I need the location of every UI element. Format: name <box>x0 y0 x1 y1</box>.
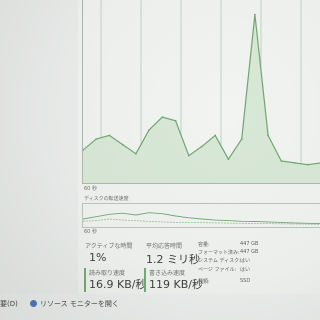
disk-activity-point <box>280 160 283 162</box>
resource-monitor-link[interactable]: リソース モニターを開く <box>40 299 119 309</box>
type-value: SSD <box>240 278 251 284</box>
disk-activity-chart-svg <box>83 0 320 183</box>
disk-activity-point <box>214 134 217 137</box>
system-disk-label: システム ディスク: <box>198 258 241 264</box>
disk-activity-point <box>293 162 296 164</box>
transfer-write-line <box>83 212 320 225</box>
resource-monitor-icon <box>30 300 37 307</box>
disk-activity-point <box>148 129 150 131</box>
transfer-chart-time-label: 60 秒 <box>84 229 97 235</box>
page-file-label: ページ ファイル: <box>198 267 237 273</box>
sidebar-panel <box>0 0 78 320</box>
disk-activity-point <box>227 158 230 161</box>
disk-activity-point <box>306 163 309 166</box>
disk-activity-line <box>83 14 320 166</box>
read-speed-value: 16.9 KB/秒 <box>89 278 147 291</box>
formatted-value: 447 GB <box>240 249 259 255</box>
system-disk-value: はい <box>240 258 251 264</box>
disk-activity-point <box>174 119 177 122</box>
active-time-value: 1% <box>89 251 107 264</box>
capacity-value: 447 GB <box>240 241 259 247</box>
type-label: 種類: <box>198 279 210 285</box>
read-speed-indicator <box>84 268 86 292</box>
disk-activity-point <box>267 134 269 137</box>
page-file-value: はい <box>240 267 251 273</box>
disk-activity-point <box>161 116 164 118</box>
transfer-chart-label: ディスクの転送速度 <box>84 196 129 202</box>
transfer-read-line <box>83 218 320 225</box>
disk-activity-area <box>83 14 320 183</box>
disk-activity-point <box>135 152 137 155</box>
disk-activity-point <box>254 13 256 16</box>
disk-activity-point <box>187 154 190 157</box>
active-time-label: アクティブな時間 <box>85 243 133 250</box>
disk-activity-point <box>108 134 111 137</box>
main-chart-time-label: 60 秒 <box>84 186 97 192</box>
capacity-label: 容量: <box>198 242 210 248</box>
disk-activity-point <box>240 138 243 141</box>
write-speed-indicator <box>144 268 146 292</box>
formatted-label: フォーマット済み: <box>198 250 240 256</box>
disk-activity-point <box>95 138 98 141</box>
avg-response-label: 平均応答時間 <box>146 243 183 250</box>
write-speed-value: 119 KB/秒 <box>149 278 203 291</box>
disk-transfer-chart <box>82 203 320 228</box>
disk-activity-chart <box>82 0 320 184</box>
avg-response-value: 1.2 ミリ秒 <box>146 253 200 266</box>
disk-transfer-chart-svg <box>83 212 320 225</box>
less-details-link[interactable]: 要(D) <box>0 299 18 309</box>
disk-activity-point <box>121 143 124 146</box>
disk-activity-point <box>201 145 203 148</box>
